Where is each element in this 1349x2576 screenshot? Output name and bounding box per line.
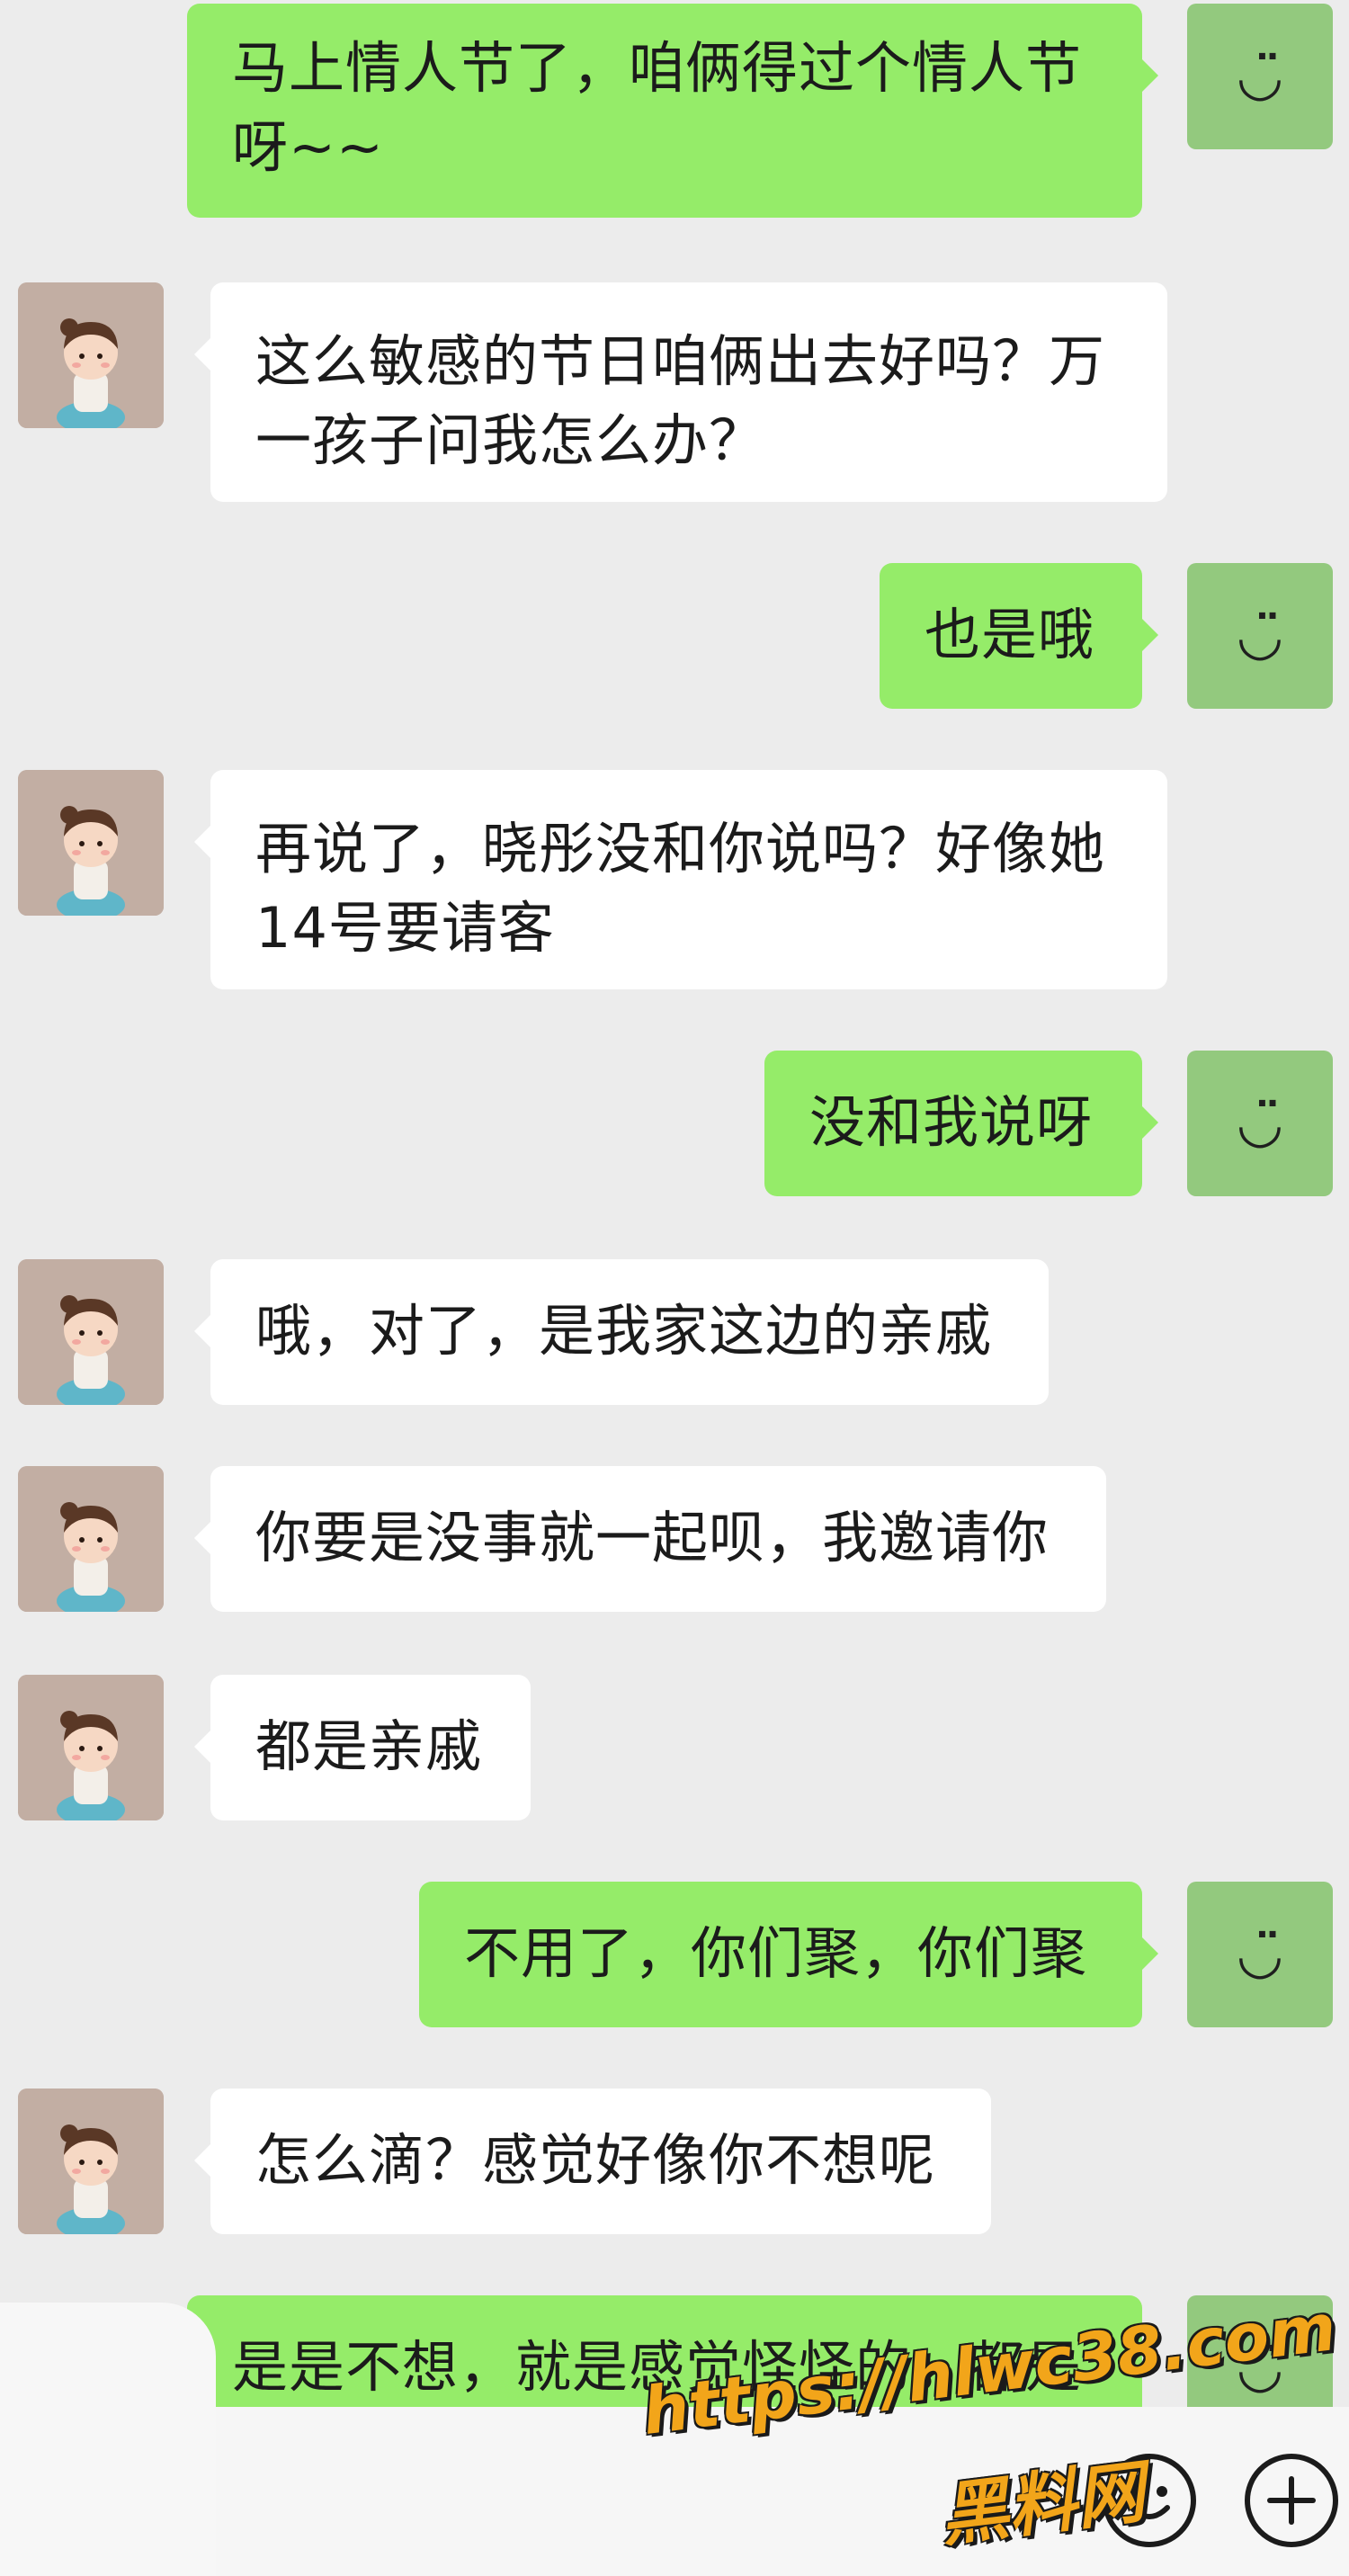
message-bubble-received[interactable]: 你要是没事就一起呗，我邀请你 [194,1466,1106,1612]
message-bubble-sent[interactable]: 也是哦 [880,563,1158,709]
message-text: 怎么滴？感觉好像你不想呢 [255,2127,936,2193]
message-text: 都是亲戚 [255,1713,483,1779]
message-bubble-received[interactable]: 都是亲戚 [194,1675,531,1820]
message-bubble-sent[interactable]: 不用了，你们聚，你们聚 [419,1882,1158,2027]
cartoon-girl-avatar-icon [18,2089,164,2234]
my-avatar[interactable]: ◡̈ [1187,1882,1333,2027]
contact-avatar[interactable] [18,2089,164,2234]
message-bubble-received[interactable]: 哦，对了，是我家这边的亲戚 [194,1259,1049,1405]
smile-face-icon: ◡̈ [1238,604,1282,667]
contact-avatar[interactable] [18,770,164,916]
message-text: 不用了，你们聚，你们聚 [464,1920,1088,1986]
message-text: 一孩子问我怎么办？ [255,407,766,473]
message-text: 没和我说呀 [809,1089,1094,1155]
cartoon-girl-avatar-icon [18,1259,164,1405]
message-bubble-sent[interactable]: 没和我说呀 [764,1051,1158,1196]
cartoon-girl-avatar-icon [18,1466,164,1612]
message-text: 你要是没事就一起呗，我邀请你 [255,1505,1050,1570]
contact-avatar[interactable] [18,1259,164,1405]
message-text: 再说了，晓彤没和你说吗？好像她 [255,816,1106,881]
message-bubble-received[interactable]: 这么敏感的节日咱俩出去好吗？万 一孩子问我怎么办？ [194,282,1167,502]
message-bubble-sent[interactable]: 马上情人节了，咱俩得过个情人节 呀~~ [187,4,1158,218]
message-text: 马上情人节了，咱俩得过个情人节 [232,35,1083,101]
message-text: 14号要请客 [255,895,555,961]
cartoon-girl-avatar-icon [18,282,164,428]
message-text: 哦，对了，是我家这边的亲戚 [255,1298,993,1364]
message-text: 这么敏感的节日咱俩出去好吗？万 [255,328,1106,394]
cartoon-girl-avatar-icon [18,1675,164,1820]
cartoon-girl-avatar-icon [18,770,164,916]
my-avatar[interactable]: ◡̈ [1187,1051,1333,1196]
contact-avatar[interactable] [18,282,164,428]
contact-avatar[interactable] [18,1466,164,1612]
message-bubble-received[interactable]: 怎么滴？感觉好像你不想呢 [194,2089,991,2234]
smile-face-icon: ◡̈ [1238,1092,1282,1155]
message-bubble-received[interactable]: 再说了，晓彤没和你说吗？好像她 14号要请客 [194,770,1167,989]
message-text: 也是哦 [925,602,1095,667]
my-avatar[interactable]: ◡̈ [1187,563,1333,709]
smile-face-icon: ◡̈ [1238,1923,1282,1986]
my-avatar[interactable]: ◡̈ [1187,4,1333,149]
smile-face-icon: ◡̈ [1238,45,1282,108]
white-blur-overlay [0,2303,216,2576]
message-text: 呀~~ [232,114,384,180]
plus-icon[interactable] [1245,2454,1338,2547]
contact-avatar[interactable] [18,1675,164,1820]
